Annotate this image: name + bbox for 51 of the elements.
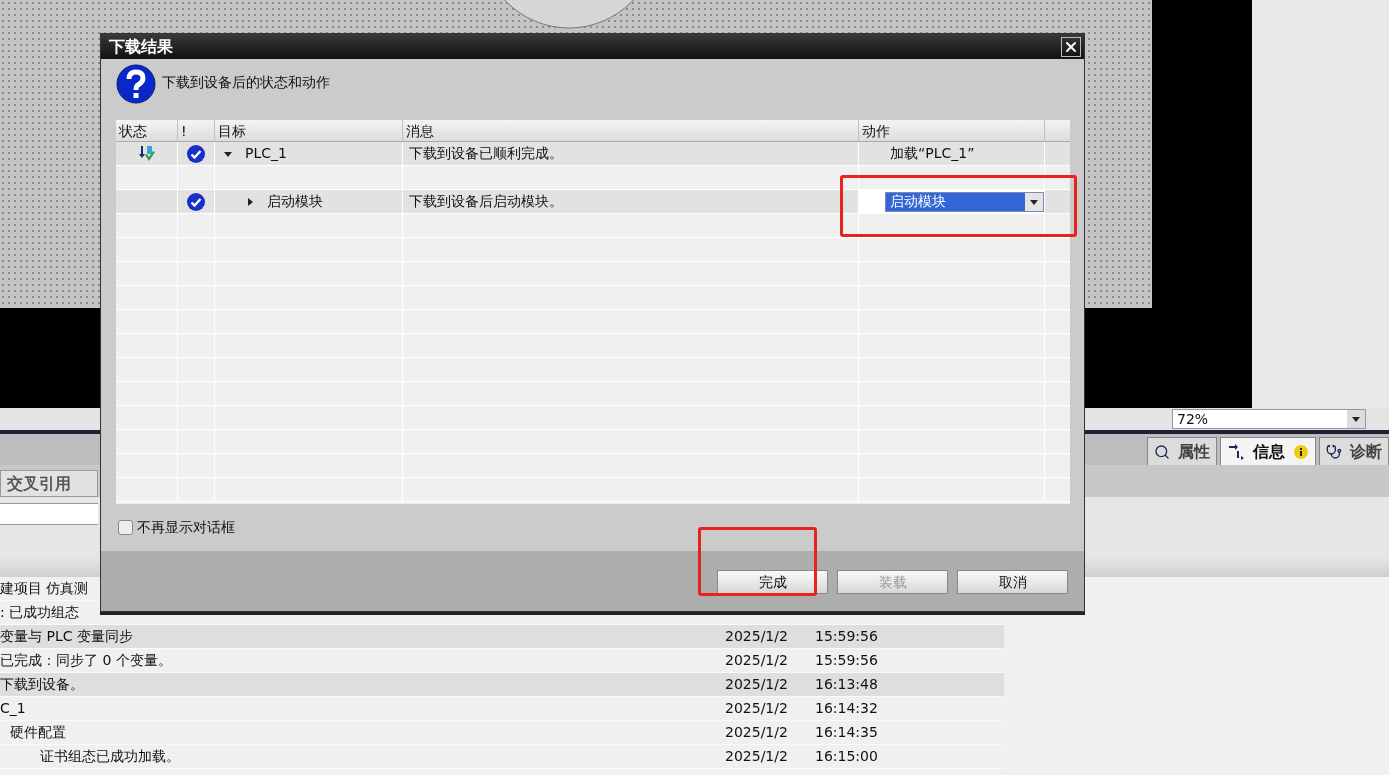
log-time: 16:14:35 [815,723,878,742]
dialog-button[interactable]: 取消 [957,570,1068,594]
target-name: PLC_1 [245,144,287,163]
column-header[interactable]: ! [178,120,215,141]
dialog-button[interactable]: 完成 [717,570,828,594]
column-header[interactable]: 动作 [859,120,1045,141]
dialog-question: 下载到设备后的状态和动作 [162,72,330,92]
panel-tab[interactable]: 信息 [1220,437,1316,465]
column-header[interactable]: 目标 [215,120,403,141]
filter-field[interactable] [0,503,98,525]
zoom-dropdown[interactable]: 72% [1172,409,1366,429]
log-row[interactable]: 下载到设备。 2025/1/2 16:13:48 [0,673,1004,697]
log-message: : 已成功组态 [0,603,81,622]
close-button[interactable] [1061,36,1081,57]
log-message: 已完成：同步了 0 个变量。 [0,651,173,670]
log-message: 证书组态已成功加载。 [39,747,181,766]
log-date: 2025/1/2 [725,675,789,694]
log-date: 2025/1/2 [725,723,789,742]
dialog-title: 下载结果 [109,35,173,58]
log-date: 2025/1/2 [725,651,789,670]
stethoscope-icon [1326,443,1342,460]
question-icon [116,64,156,104]
log-time: 16:15:00 [815,747,878,766]
log-message: 建项目 仿真测 [0,579,90,598]
log-date: 2025/1/2 [725,699,789,718]
info-arrow-icon [1227,442,1245,461]
log-time: 16:13:48 [815,675,878,694]
search-icon [1154,443,1170,460]
action-text: 加载“PLC_1” [889,144,975,163]
panel-tab[interactable]: 属性 [1147,437,1217,465]
log-message: 硬件配置 [9,723,67,742]
zoom-value: 72% [1176,409,1210,429]
caret-right-icon[interactable] [245,196,255,207]
target-name: 启动模块 [267,192,323,211]
log-message: C_1 [0,699,27,718]
panel-tab[interactable]: 诊断 [1319,437,1389,465]
column-header[interactable]: 状态 [116,120,178,141]
dont-show-checkbox[interactable]: 不再显示对话框 [101,517,1084,537]
log-time: 15:59:56 [815,651,878,670]
log-row[interactable]: 变量与 PLC 变量同步 2025/1/2 15:59:56 [0,625,1004,649]
log-date: 2025/1/2 [725,627,789,646]
cross-reference-tab[interactable]: 交叉引用 [0,470,98,497]
message-text: 下载到设备后启动模块。 [409,192,563,211]
log-time: 15:59:56 [815,627,878,646]
log-message: 下载到设备。 [0,675,85,694]
column-header[interactable]: 消息 [403,120,859,141]
log-time: 16:14:32 [815,699,878,718]
log-date: 2025/1/2 [725,747,789,766]
log-message: 变量与 PLC 变量同步 [0,627,134,646]
message-text: 下载到设备已顺利完成。 [409,144,563,163]
action-dropdown[interactable]: 启动模块 [885,191,1044,212]
